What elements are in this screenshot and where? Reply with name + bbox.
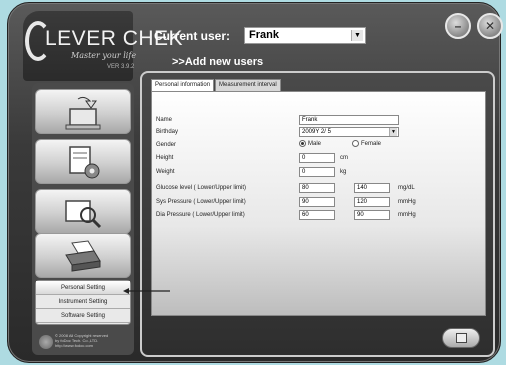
magnifier-document-icon: [65, 200, 102, 229]
submenu-software-setting[interactable]: Software Setting: [36, 309, 130, 323]
sidebar-item-settings[interactable]: [35, 233, 131, 278]
save-icon: [456, 333, 467, 343]
annotation-arrow: [123, 288, 170, 294]
tab-measurement-interval[interactable]: Measurement interval: [215, 79, 281, 91]
birthday-select[interactable]: 2009Y 2/ 5 ▼: [299, 127, 399, 137]
computer-transfer-icon: [65, 96, 101, 130]
minimize-button[interactable]: –: [445, 13, 471, 39]
gender-female-label: Female: [361, 141, 382, 148]
birthday-label: Birthday: [156, 129, 179, 135]
dia-pressure-label: Dia Pressure ( Lower/Upper limit): [156, 212, 245, 218]
chevron-down-icon[interactable]: ▼: [389, 128, 397, 136]
gender-male-radio[interactable]: Male: [299, 140, 321, 147]
current-user-label: Current user:: [154, 29, 231, 43]
close-button[interactable]: ✕: [477, 13, 503, 39]
sys-pressure-label: Sys Pressure ( Lower/Upper limit): [156, 199, 246, 205]
glucose-upper-field[interactable]: 140: [354, 183, 390, 193]
weight-field[interactable]: 0: [299, 167, 335, 177]
dia-lower-field[interactable]: 60: [299, 210, 335, 220]
sidebar-item-records[interactable]: [35, 139, 131, 184]
sys-lower-field[interactable]: 90: [299, 197, 335, 207]
minimize-icon: –: [454, 19, 462, 33]
sidebar-item-search[interactable]: [35, 189, 131, 234]
submenu-instrument-setting[interactable]: Instrument Setting: [36, 295, 130, 309]
main-panel: Personal information Measurement interva…: [140, 71, 495, 357]
current-user-select[interactable]: Frank ▼: [244, 27, 366, 44]
gender-male-label: Male: [308, 141, 322, 148]
radio-selected-icon: [299, 140, 306, 147]
document-settings-icon: [69, 146, 100, 179]
glucose-label: Glucose level ( Lower/Upper limit): [156, 185, 247, 191]
sidebar-item-data-transfer[interactable]: [35, 89, 131, 134]
personal-info-form: Name Frank Birthday 2009Y 2/ 5 ▼ Gender …: [151, 91, 486, 316]
logo-tagline: Master your life: [71, 51, 137, 60]
sidebar: Personal Setting Instrument Setting Soft…: [32, 83, 134, 355]
weight-label: Weight: [156, 169, 175, 175]
name-label: Name: [156, 117, 173, 123]
height-field[interactable]: 0: [299, 153, 335, 163]
add-new-users-link[interactable]: >>Add new users: [172, 56, 263, 68]
gender-label: Gender: [156, 142, 177, 148]
radio-unselected-icon: [352, 140, 359, 147]
printer-icon: [65, 240, 101, 272]
gender-female-radio[interactable]: Female: [352, 140, 381, 147]
app-window: LEVER CHEK Master your life VER 3.9.2 Cu…: [7, 2, 503, 363]
tab-personal-information[interactable]: Personal information: [151, 79, 215, 91]
settings-submenu: Personal Setting Instrument Setting Soft…: [35, 280, 131, 325]
save-button[interactable]: [442, 328, 480, 348]
current-user-value: Frank: [249, 29, 279, 41]
birthday-value: 2009Y 2/ 5: [302, 129, 331, 135]
sys-unit: mmHg: [398, 199, 416, 205]
copyright-line: http://www.fodoc.com: [55, 343, 94, 348]
glucose-lower-field[interactable]: 80: [299, 183, 335, 193]
glucose-unit: mg/dL: [398, 185, 415, 191]
dia-upper-field[interactable]: 90: [354, 210, 390, 220]
tab-bar: Personal information Measurement interva…: [151, 79, 282, 91]
version-label: VER 3.9.2: [107, 64, 135, 70]
globe-icon: [39, 335, 53, 349]
sys-upper-field[interactable]: 120: [354, 197, 390, 207]
logo-panel: LEVER CHEK Master your life VER 3.9.2: [23, 11, 183, 81]
name-field[interactable]: Frank: [299, 115, 399, 125]
weight-unit: kg: [340, 169, 347, 175]
chevron-down-icon[interactable]: ▼: [351, 30, 363, 41]
copyright-notice: © 2008 All Copyright reserved by foDoc T…: [35, 333, 131, 351]
height-unit: cm: [340, 155, 348, 161]
close-icon: ✕: [484, 19, 496, 33]
submenu-personal-setting[interactable]: Personal Setting: [36, 281, 130, 295]
dia-unit: mmHg: [398, 212, 416, 218]
height-label: Height: [156, 155, 174, 161]
